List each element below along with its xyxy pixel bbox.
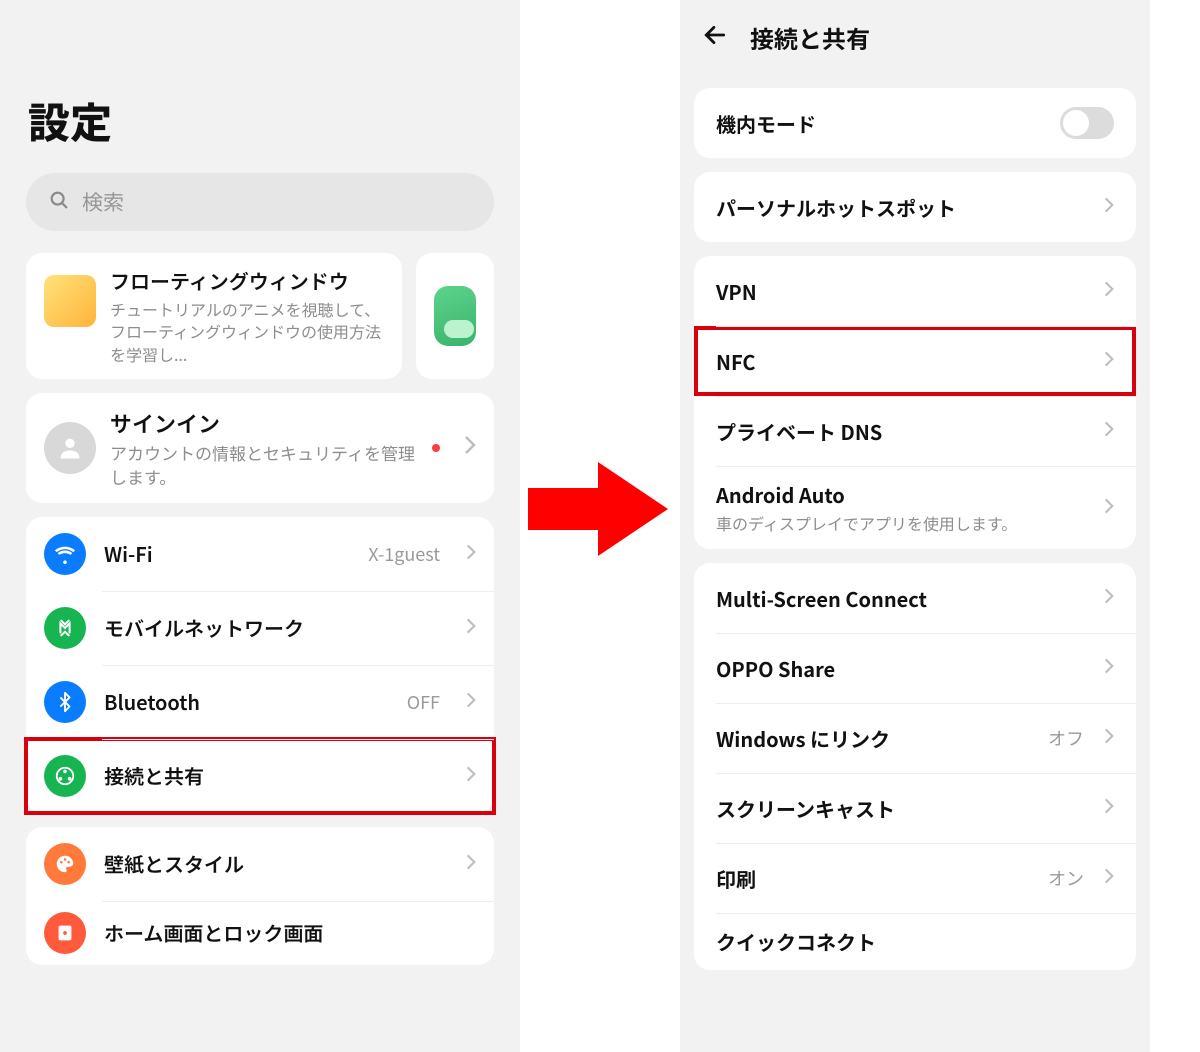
row-hotspot[interactable]: パーソナルホットスポット — [694, 172, 1136, 242]
row-label: OPPO Share — [716, 654, 835, 683]
row-oppo-share[interactable]: OPPO Share — [694, 633, 1136, 703]
row-label: Windows にリンク — [716, 724, 890, 753]
wifi-icon — [44, 533, 86, 575]
chevron-right-icon — [1104, 586, 1114, 610]
row-windows-link[interactable]: Windows にリンク オフ — [694, 703, 1136, 773]
group-personalize: 壁紙とスタイル ホーム画面とロック画面 — [26, 827, 494, 965]
chevron-right-icon — [466, 690, 476, 714]
chevron-right-icon — [466, 542, 476, 566]
page-header: 接続と共有 — [680, 0, 1150, 74]
promo-row: フローティングウィンドウ チュートリアルのアニメを視聴して、フローティングウィン… — [26, 253, 494, 379]
sign-in-card[interactable]: サインイン アカウントの情報とセキュリティを管理します。 — [26, 393, 494, 503]
navigation-arrow-icon — [528, 454, 668, 569]
signin-title: サインイン — [110, 407, 418, 439]
chevron-right-icon — [1104, 195, 1114, 219]
share-icon — [44, 755, 86, 797]
promo-side-card[interactable] — [416, 253, 494, 379]
row-label: プライベート DNS — [716, 417, 882, 446]
row-airplane-mode[interactable]: 機内モード — [694, 88, 1136, 158]
row-value: オン — [1048, 865, 1084, 891]
device-icon — [434, 286, 476, 346]
alert-dot-icon — [432, 444, 440, 452]
row-label: 接続と共有 — [104, 761, 448, 790]
row-value: X-1guest — [368, 541, 440, 567]
row-label: NFC — [716, 347, 755, 376]
group-sharing: Multi-Screen Connect OPPO Share Windows … — [694, 563, 1136, 970]
promo-title: フローティングウィンドウ — [110, 267, 384, 294]
airplane-toggle[interactable] — [1060, 107, 1114, 139]
row-label: Bluetooth — [104, 687, 389, 716]
chevron-right-icon — [1104, 496, 1114, 520]
row-wallpaper[interactable]: 壁紙とスタイル — [26, 827, 494, 901]
row-label: モバイルネットワーク — [104, 613, 448, 642]
chevron-right-icon — [1104, 796, 1114, 820]
row-label: Multi-Screen Connect — [716, 584, 927, 613]
page-title: 設定 — [0, 0, 520, 173]
signin-body: アカウントの情報とセキュリティを管理します。 — [110, 441, 418, 489]
row-label: Android Auto — [716, 480, 1017, 509]
chevron-right-icon — [1104, 349, 1114, 373]
phone-left-settings: 設定 検索 フローティングウィンドウ チュートリアルのアニメを視聴して、フローテ… — [0, 0, 520, 1052]
chevron-right-icon — [1104, 726, 1114, 750]
row-quickconnect[interactable]: クイックコネクト — [694, 913, 1136, 970]
search-input[interactable]: 検索 — [26, 173, 494, 231]
chevron-right-icon — [1104, 656, 1114, 680]
row-label: ホーム画面とロック画面 — [104, 918, 476, 947]
row-sublabel: 車のディスプレイでアプリを使用します。 — [716, 511, 1017, 535]
group-connectivity: Wi-Fi X-1guest モバイルネットワーク Bluetooth OFF … — [26, 517, 494, 813]
palette-icon — [44, 843, 86, 885]
group-hotspot: パーソナルホットスポット — [694, 172, 1136, 242]
search-icon — [48, 189, 70, 216]
row-nfc[interactable]: NFC — [694, 326, 1136, 396]
row-label: パーソナルホットスポット — [716, 193, 956, 222]
avatar-icon — [44, 422, 96, 474]
row-print[interactable]: 印刷 オン — [694, 843, 1136, 913]
row-multiscreen[interactable]: Multi-Screen Connect — [694, 563, 1136, 633]
row-bluetooth[interactable]: Bluetooth OFF — [26, 665, 494, 739]
chevron-right-icon — [1104, 419, 1114, 443]
row-wifi[interactable]: Wi-Fi X-1guest — [26, 517, 494, 591]
row-android-auto[interactable]: Android Auto 車のディスプレイでアプリを使用します。 — [694, 466, 1136, 549]
row-label: VPN — [716, 277, 757, 306]
chevron-right-icon — [466, 616, 476, 640]
chevron-right-icon — [466, 764, 476, 788]
row-screencast[interactable]: スクリーンキャスト — [694, 773, 1136, 843]
row-vpn[interactable]: VPN — [694, 256, 1136, 326]
row-connection-share[interactable]: 接続と共有 — [26, 739, 494, 813]
mobile-network-icon — [44, 607, 86, 649]
row-label: 壁紙とスタイル — [104, 849, 448, 878]
search-placeholder: 検索 — [82, 187, 124, 217]
floating-window-icon — [44, 275, 96, 327]
row-value: オフ — [1048, 725, 1084, 751]
promo-floating-window[interactable]: フローティングウィンドウ チュートリアルのアニメを視聴して、フローティングウィン… — [26, 253, 402, 379]
bluetooth-icon — [44, 681, 86, 723]
row-label: 印刷 — [716, 864, 756, 893]
home-screen-icon — [44, 912, 86, 954]
chevron-right-icon — [1104, 866, 1114, 890]
row-label: スクリーンキャスト — [716, 794, 895, 823]
group-airplane: 機内モード — [694, 88, 1136, 158]
row-value: OFF — [407, 689, 440, 715]
promo-body: チュートリアルのアニメを視聴して、フローティングウィンドウの使用方法を学習し..… — [110, 298, 384, 365]
row-private-dns[interactable]: プライベート DNS — [694, 396, 1136, 466]
row-mobile-network[interactable]: モバイルネットワーク — [26, 591, 494, 665]
row-label: Wi-Fi — [104, 539, 350, 568]
group-network: VPN NFC プライベート DNS Android Auto 車のディスプレイ… — [694, 256, 1136, 549]
chevron-right-icon — [466, 852, 476, 876]
page-title: 接続と共有 — [750, 20, 870, 55]
row-home-lock[interactable]: ホーム画面とロック画面 — [26, 901, 494, 965]
chevron-right-icon — [464, 435, 476, 460]
row-label: 機内モード — [716, 109, 816, 138]
row-label: クイックコネクト — [716, 927, 876, 956]
chevron-right-icon — [1104, 279, 1114, 303]
back-button[interactable] — [702, 22, 728, 53]
phone-right-connection: 接続と共有 機内モード パーソナルホットスポット VPN NFC プライベート … — [680, 0, 1150, 1052]
